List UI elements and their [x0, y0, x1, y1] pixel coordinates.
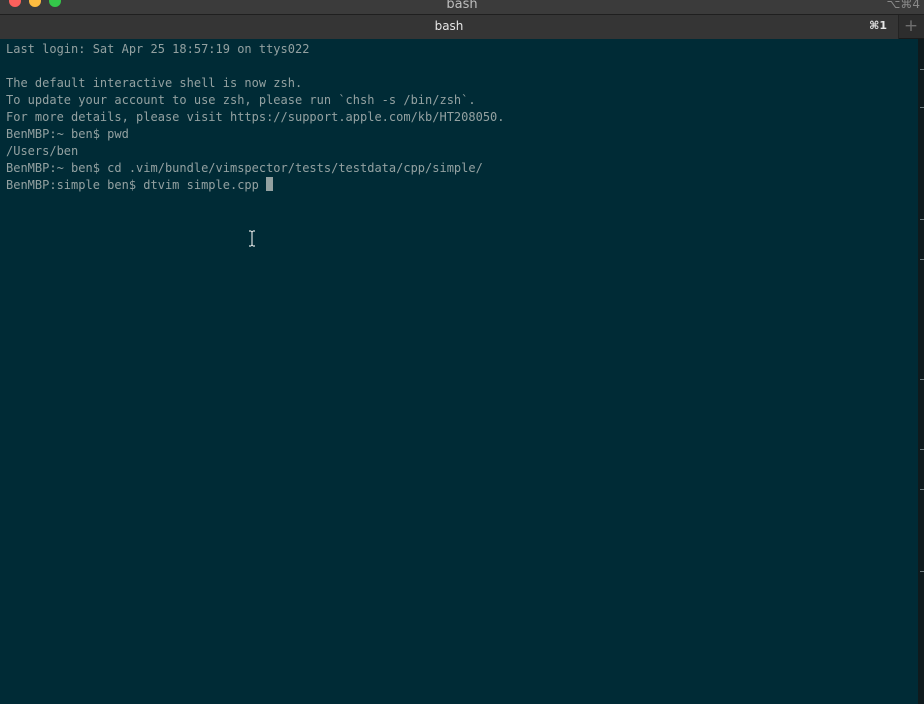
tab-bash[interactable]: bash ⌘1: [0, 15, 899, 39]
scrollbar-mark: [920, 259, 924, 260]
scrollbar-mark: [920, 571, 924, 572]
window-shortcut-hint: ⌥⌘4: [886, 0, 920, 11]
terminal-line: /Users/ben: [6, 144, 79, 158]
terminal-prompt-line[interactable]: BenMBP:simple ben$ dtvim simple.cpp: [6, 177, 918, 194]
text-cursor: [266, 177, 274, 191]
terminal-line: To update your account to use zsh, pleas…: [6, 93, 476, 107]
scrollbar-mark: [920, 107, 924, 108]
terminal-line: BenMBP:~ ben$ pwd: [6, 127, 129, 141]
tab-label: bash: [434, 19, 464, 33]
terminal-line: Last login: Sat Apr 25 18:57:19 on ttys0…: [6, 42, 310, 56]
window-title: bash: [446, 0, 478, 12]
scrollbar-mark: [920, 489, 924, 490]
terminal-window: bash ⌥⌘4 bash ⌘1 + Last login: Sat Apr 2…: [0, 0, 924, 704]
scrollbar-mark: [920, 449, 924, 450]
new-tab-button[interactable]: +: [902, 16, 920, 36]
scrollbar-mark: [920, 379, 924, 380]
terminal-prompt-text: BenMBP:simple ben$ dtvim simple.cpp: [6, 178, 267, 192]
scrollbar-mark: [920, 219, 924, 220]
ibeam-cursor-icon: [249, 230, 255, 247]
terminal-output[interactable]: Last login: Sat Apr 25 18:57:19 on ttys0…: [0, 39, 918, 704]
terminal-line: BenMBP:~ ben$ cd .vim/bundle/vimspector/…: [6, 161, 483, 175]
terminal-line: The default interactive shell is now zsh…: [6, 76, 303, 90]
scrollbar-mark: [920, 69, 924, 70]
scrollbar-track[interactable]: [918, 39, 924, 704]
tab-bar: bash ⌘1 +: [0, 14, 924, 39]
title-bar[interactable]: bash ⌥⌘4: [0, 0, 924, 14]
tab-shortcut: ⌘1: [869, 19, 887, 32]
terminal-line: For more details, please visit https://s…: [6, 110, 505, 124]
